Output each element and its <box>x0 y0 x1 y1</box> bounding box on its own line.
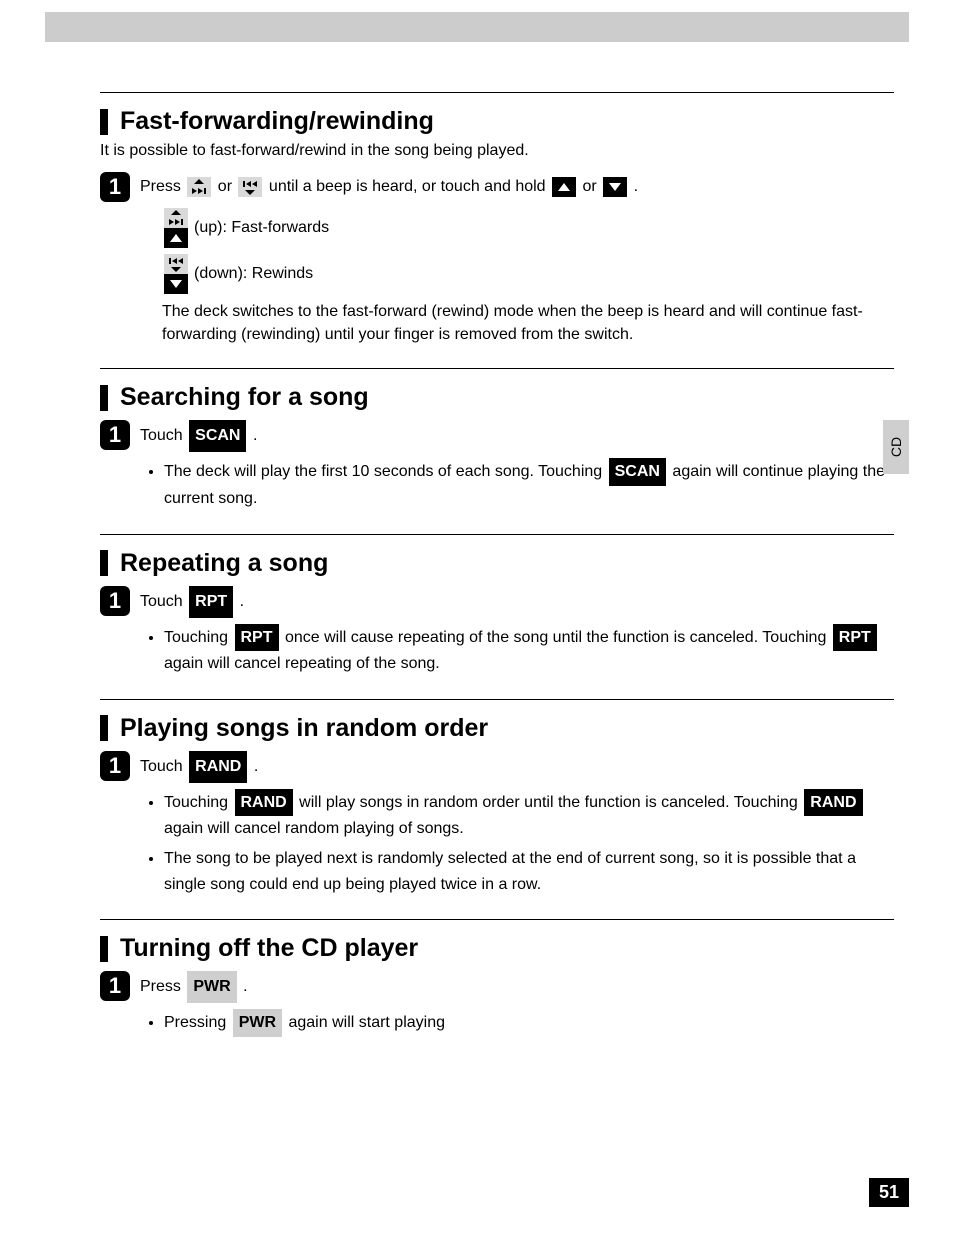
text: or <box>218 178 237 195</box>
up-next-track-icon <box>164 208 188 228</box>
down-arrow-button-icon <box>164 274 188 294</box>
list-item: Touching RPT once will cause repeating o… <box>164 624 894 677</box>
note-text: The deck switches to the fast-forward (r… <box>162 300 894 346</box>
rpt-label: RPT <box>189 586 233 618</box>
section-rule <box>100 534 894 535</box>
text: The song to be played next is randomly s… <box>164 850 856 893</box>
step-number-badge: 1 <box>100 751 130 781</box>
step-row: 1 Press PWR . <box>100 971 894 1003</box>
section-marker-icon <box>100 550 108 576</box>
text: . <box>634 178 638 195</box>
section-title: Fast-forwarding/rewinding <box>120 107 434 136</box>
up-arrow-button-icon <box>164 228 188 248</box>
down-arrow-button-icon <box>603 177 627 197</box>
section-marker-icon <box>100 385 108 411</box>
section-rule <box>100 92 894 93</box>
text: Pressing <box>164 1014 231 1031</box>
pwr-label: PWR <box>233 1009 282 1037</box>
pwr-label: PWR <box>187 971 236 1003</box>
section-header-fast-forward: Fast-forwarding/rewinding <box>100 107 894 136</box>
list-item: The deck will play the first 10 seconds … <box>164 458 894 511</box>
up-arrow-button-icon <box>552 177 576 197</box>
section-rule <box>100 699 894 700</box>
legend-text: (down): Rewinds <box>194 262 313 285</box>
intro-text: It is possible to fast-forward/rewind in… <box>100 142 894 160</box>
list-item: Touching RAND will play songs in random … <box>164 789 894 842</box>
section-marker-icon <box>100 715 108 741</box>
up-next-track-icon <box>187 177 211 197</box>
text: . <box>253 428 257 445</box>
down-prev-track-icon <box>164 254 188 274</box>
section-title: Turning off the CD player <box>120 934 418 963</box>
scan-label: SCAN <box>189 420 246 452</box>
section-header-turn-off: Turning off the CD player <box>100 934 894 963</box>
step-row: 1 Touch SCAN . <box>100 420 894 452</box>
text: once will cause repeating of the song un… <box>285 629 831 646</box>
side-tab-cd: CD <box>883 420 909 474</box>
bullet-list: Touching RPT once will cause repeating o… <box>100 624 894 677</box>
text: Press <box>140 978 185 995</box>
section-marker-icon <box>100 109 108 135</box>
rpt-label: RPT <box>235 624 279 652</box>
icon-legend-down: (down): Rewinds The deck switches to the… <box>162 254 894 346</box>
section-marker-icon <box>100 936 108 962</box>
legend-text: (up): Fast-forwards <box>194 216 329 239</box>
text: Touch <box>140 428 187 445</box>
text: Touching <box>164 629 233 646</box>
step-text: Press PWR . <box>140 971 248 1003</box>
text: The deck will play the first 10 seconds … <box>164 463 607 480</box>
section-title: Playing songs in random order <box>120 714 488 743</box>
step-row: 1 Press or until a beep is heard, or tou… <box>100 172 894 202</box>
section-title: Repeating a song <box>120 549 328 578</box>
text: Touch <box>140 758 187 775</box>
icon-legend-up: (up): Fast-forwards <box>162 208 894 248</box>
section-header-searching: Searching for a song <box>100 383 894 412</box>
bullet-list: The deck will play the first 10 seconds … <box>100 458 894 511</box>
page-number: 51 <box>869 1178 909 1207</box>
text: again will start playing <box>288 1014 445 1031</box>
rand-label: RAND <box>235 789 293 817</box>
step-text: Touch SCAN . <box>140 420 257 452</box>
text: . <box>254 758 258 775</box>
rand-label: RAND <box>189 751 247 783</box>
step-number-badge: 1 <box>100 172 130 202</box>
bullet-list: Pressing PWR again will start playing <box>100 1009 894 1037</box>
scan-label: SCAN <box>609 458 666 486</box>
step-number-badge: 1 <box>100 420 130 450</box>
section-rule <box>100 368 894 369</box>
text: Touching <box>164 794 233 811</box>
section-header-random: Playing songs in random order <box>100 714 894 743</box>
section-title: Searching for a song <box>120 383 369 412</box>
section-rule <box>100 919 894 920</box>
step-text: Touch RAND . <box>140 751 258 783</box>
down-prev-track-icon <box>238 177 262 197</box>
page-content: Fast-forwarding/rewinding It is possible… <box>0 42 954 1081</box>
step-number-badge: 1 <box>100 586 130 616</box>
section-header-repeating: Repeating a song <box>100 549 894 578</box>
step-row: 1 Touch RAND . <box>100 751 894 783</box>
text: will play songs in random order until th… <box>299 794 802 811</box>
step-row: 1 Touch RPT . <box>100 586 894 618</box>
text: until a beep is heard, or touch and hold <box>269 178 550 195</box>
bullet-list: Touching RAND will play songs in random … <box>100 789 894 897</box>
text: again will cancel random playing of song… <box>164 820 464 837</box>
side-tab-label: CD <box>888 437 904 457</box>
list-item: Pressing PWR again will start playing <box>164 1009 894 1037</box>
header-bar <box>45 12 909 42</box>
text: or <box>582 178 601 195</box>
list-item: The song to be played next is randomly s… <box>164 846 894 897</box>
step-text: Press or until a beep is heard, or touch… <box>140 172 638 202</box>
text: Press <box>140 178 185 195</box>
text: Touch <box>140 593 187 610</box>
rand-label: RAND <box>804 789 862 817</box>
step-number-badge: 1 <box>100 971 130 1001</box>
text: . <box>243 978 247 995</box>
text: . <box>240 593 244 610</box>
text: again will cancel repeating of the song. <box>164 655 440 672</box>
rpt-label: RPT <box>833 624 877 652</box>
step-text: Touch RPT . <box>140 586 244 618</box>
